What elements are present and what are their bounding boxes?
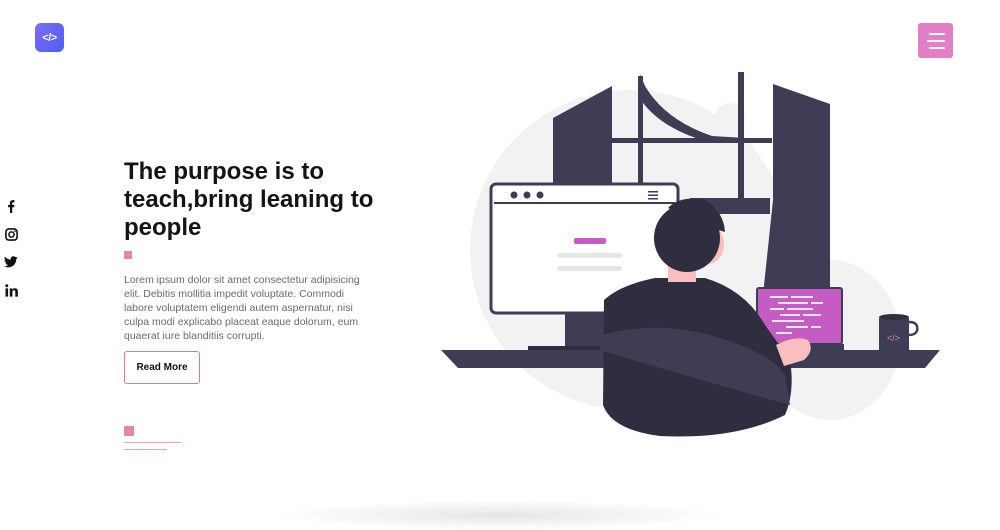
hamburger-icon bbox=[928, 32, 945, 35]
developer-at-desk-illustration: </> bbox=[441, 72, 940, 437]
twitter-icon[interactable] bbox=[4, 254, 18, 270]
social-links bbox=[4, 198, 18, 298]
facebook-icon[interactable] bbox=[4, 198, 18, 214]
accent-marker-bottom bbox=[124, 426, 134, 436]
hamburger-line bbox=[928, 46, 945, 49]
instagram-icon[interactable] bbox=[4, 226, 18, 242]
divider-line bbox=[124, 449, 167, 450]
brand-logo[interactable]: </> bbox=[35, 23, 64, 52]
code-icon: </> bbox=[42, 31, 57, 44]
hero-description: Lorem ipsum dolor sit amet consectetur a… bbox=[124, 274, 360, 342]
linkedin-icon[interactable] bbox=[4, 282, 18, 298]
mug-code-icon: </> bbox=[887, 333, 900, 343]
hero-headline: The purpose is to teach,bring leaning to… bbox=[124, 158, 374, 241]
hamburger-line bbox=[926, 39, 945, 42]
accent-marker bbox=[124, 251, 132, 259]
read-more-button[interactable]: Read More bbox=[124, 351, 200, 384]
menu-button[interactable] bbox=[918, 23, 953, 58]
divider-line bbox=[124, 442, 181, 443]
section-shadow bbox=[270, 500, 730, 530]
